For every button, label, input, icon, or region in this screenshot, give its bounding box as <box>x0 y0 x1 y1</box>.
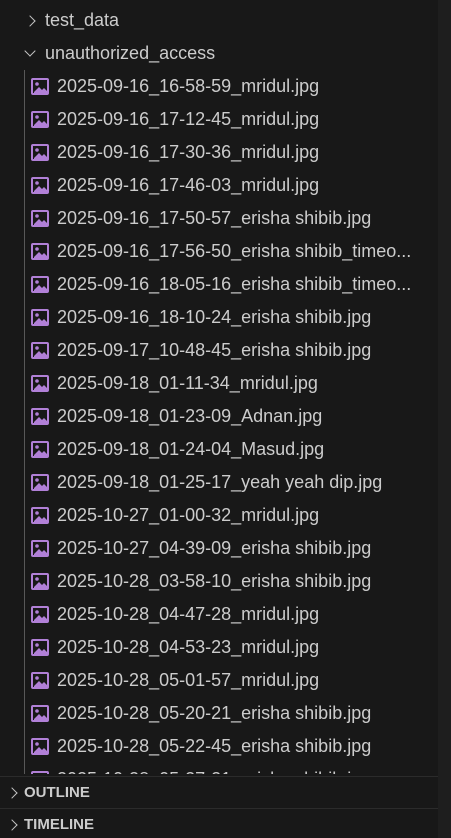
file-item[interactable]: 2025-09-16_17-50-57_erisha shibib.jpg <box>0 202 438 235</box>
file-item[interactable]: 2025-10-28_05-27-21_erisha shibib.jpg <box>0 763 438 774</box>
file-label: 2025-09-16_18-05-16_erisha shibib_timeo.… <box>57 274 412 294</box>
image-file-icon <box>31 738 49 755</box>
file-label: 2025-09-16_17-30-36_mridul.jpg <box>57 142 320 162</box>
file-item[interactable]: 2025-09-16_18-10-24_erisha shibib.jpg <box>0 301 438 334</box>
file-label: 2025-10-28_05-27-21_erisha shibib.jpg <box>57 769 371 774</box>
image-file-icon <box>31 210 49 227</box>
file-item[interactable]: 2025-10-28_03-58-10_erisha shibib.jpg <box>0 565 438 598</box>
file-label: 2025-09-17_10-48-45_erisha shibib.jpg <box>57 340 372 360</box>
file-label: 2025-10-28_05-01-57_mridul.jpg <box>57 670 320 690</box>
file-label: 2025-09-16_17-12-45_mridul.jpg <box>57 109 320 129</box>
file-label: 2025-10-27_04-39-09_erisha shibib.jpg <box>57 538 372 558</box>
file-item[interactable]: 2025-10-28_04-53-23_mridul.jpg <box>0 631 438 664</box>
file-label: 2025-09-16_17-50-57_erisha shibib.jpg <box>57 208 372 228</box>
image-file-icon <box>31 573 49 590</box>
file-label: 2025-09-18_01-25-17_yeah yeah dip.jpg <box>57 472 383 492</box>
image-file-icon <box>31 474 49 491</box>
folder-unauthorized-access[interactable]: unauthorized_access <box>0 37 438 70</box>
file-label: 2025-10-27_01-00-32_mridul.jpg <box>57 505 320 525</box>
folder-test-data[interactable]: test_data <box>0 4 438 37</box>
image-file-icon <box>31 375 49 392</box>
file-label: 2025-10-28_04-47-28_mridul.jpg <box>57 604 320 624</box>
file-item[interactable]: 2025-09-18_01-25-17_yeah yeah dip.jpg <box>0 466 438 499</box>
image-file-icon <box>31 243 49 260</box>
explorer-panel: test_data unauthorized_access 2025-09-16… <box>0 0 451 838</box>
vertical-scrollbar[interactable] <box>438 0 451 838</box>
image-file-icon <box>31 342 49 359</box>
file-label: 2025-09-18_01-11-34_mridul.jpg <box>57 373 318 393</box>
file-list: 2025-09-16_16-58-59_mridul.jpg 2025-09-16… <box>0 70 438 774</box>
section-timeline[interactable]: TIMELINE <box>0 808 438 838</box>
image-file-icon <box>31 507 49 524</box>
file-item[interactable]: 2025-10-28_05-01-57_mridul.jpg <box>0 664 438 697</box>
chevron-right-icon <box>5 818 19 831</box>
file-label: 2025-09-16_18-10-24_erisha shibib.jpg <box>57 307 372 327</box>
file-label: 2025-09-16_16-58-59_mridul.jpg <box>57 76 320 96</box>
image-file-icon <box>31 639 49 656</box>
file-label: 2025-10-28_04-53-23_mridul.jpg <box>57 637 320 657</box>
file-label: 2025-10-28_05-20-21_erisha shibib.jpg <box>57 703 372 723</box>
folder-label: unauthorized_access <box>45 43 216 63</box>
file-item[interactable]: 2025-09-16_16-58-59_mridul.jpg <box>0 70 438 103</box>
image-file-icon <box>31 408 49 425</box>
section-outline-label: OUTLINE <box>24 784 90 801</box>
image-file-icon <box>31 276 49 293</box>
image-file-icon <box>31 309 49 326</box>
image-file-icon <box>31 672 49 689</box>
file-item[interactable]: 2025-09-16_17-12-45_mridul.jpg <box>0 103 438 136</box>
file-label: 2025-09-18_01-24-04_Masud.jpg <box>57 439 325 459</box>
file-label: 2025-10-28_05-22-45_erisha shibib.jpg <box>57 736 372 756</box>
image-file-icon <box>31 144 49 161</box>
file-item[interactable]: 2025-10-27_01-00-32_mridul.jpg <box>0 499 438 532</box>
file-tree[interactable]: test_data unauthorized_access 2025-09-16… <box>0 4 438 774</box>
image-file-icon <box>31 78 49 95</box>
image-file-icon <box>31 177 49 194</box>
file-item[interactable]: 2025-09-17_10-48-45_erisha shibib.jpg <box>0 334 438 367</box>
file-item[interactable]: 2025-09-16_17-56-50_erisha shibib_timeo.… <box>0 235 438 268</box>
file-label: 2025-09-16_17-46-03_mridul.jpg <box>57 175 320 195</box>
chevron-right-icon <box>20 14 40 27</box>
file-item[interactable]: 2025-10-27_04-39-09_erisha shibib.jpg <box>0 532 438 565</box>
folder-label: test_data <box>45 10 120 30</box>
file-label: 2025-09-16_17-56-50_erisha shibib_timeo.… <box>57 241 412 261</box>
image-file-icon <box>31 705 49 722</box>
image-file-icon <box>31 540 49 557</box>
file-item[interactable]: 2025-09-16_18-05-16_erisha shibib_timeo.… <box>0 268 438 301</box>
file-item[interactable]: 2025-09-18_01-23-09_Adnan.jpg <box>0 400 438 433</box>
file-item[interactable]: 2025-09-18_01-11-34_mridul.jpg <box>0 367 438 400</box>
image-file-icon <box>31 441 49 458</box>
chevron-down-icon <box>20 45 40 57</box>
file-item[interactable]: 2025-10-28_05-22-45_erisha shibib.jpg <box>0 730 438 763</box>
file-item[interactable]: 2025-10-28_04-47-28_mridul.jpg <box>0 598 438 631</box>
image-file-icon <box>31 606 49 623</box>
file-label: 2025-09-18_01-23-09_Adnan.jpg <box>57 406 323 426</box>
file-label: 2025-10-28_03-58-10_erisha shibib.jpg <box>57 571 372 591</box>
section-timeline-label: TIMELINE <box>24 816 94 833</box>
image-file-icon <box>31 771 49 774</box>
file-item[interactable]: 2025-10-28_05-20-21_erisha shibib.jpg <box>0 697 438 730</box>
image-file-icon <box>31 111 49 128</box>
file-item[interactable]: 2025-09-16_17-46-03_mridul.jpg <box>0 169 438 202</box>
indent-guide <box>24 70 25 774</box>
chevron-right-icon <box>5 786 19 799</box>
file-item[interactable]: 2025-09-16_17-30-36_mridul.jpg <box>0 136 438 169</box>
section-outline[interactable]: OUTLINE <box>0 776 438 808</box>
file-item[interactable]: 2025-09-18_01-24-04_Masud.jpg <box>0 433 438 466</box>
